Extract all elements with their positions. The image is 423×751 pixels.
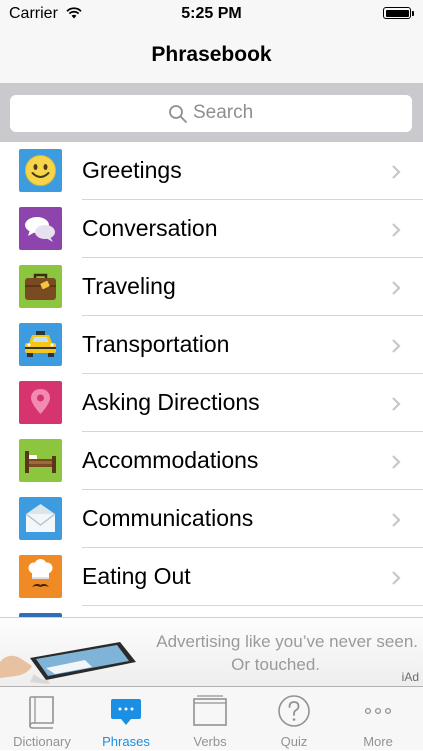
search-icon — [169, 105, 187, 123]
tab-label: Verbs — [193, 734, 227, 749]
list-item-partial[interactable] — [0, 606, 423, 617]
question-circle-icon — [278, 695, 310, 727]
chevron-right-icon — [392, 397, 401, 411]
navigation-bar: Phrasebook — [0, 30, 423, 84]
list-item-traveling[interactable]: Traveling — [0, 258, 423, 316]
envelope-icon — [19, 497, 62, 540]
list-item-label: Asking Directions — [82, 389, 260, 415]
clock: 5:25 PM — [181, 5, 242, 22]
chevron-right-icon — [392, 223, 401, 237]
list-item-label: Eating Out — [82, 563, 191, 589]
list-item-label: Greetings — [82, 157, 182, 183]
tab-more[interactable]: More — [336, 687, 420, 751]
suitcase-icon — [19, 265, 62, 308]
ad-text-line2: Or touched. — [231, 655, 320, 674]
list-item-communications[interactable]: Communications — [0, 490, 423, 548]
bed-icon — [19, 439, 62, 482]
speech-bubbles-icon — [19, 207, 62, 250]
ad-text-line1: Advertising like you’ve never seen. — [156, 632, 418, 651]
map-pin-icon — [19, 381, 62, 424]
phrases-bubble-icon — [111, 699, 141, 725]
chevron-right-icon — [392, 339, 401, 353]
list-item-label: Conversation — [82, 215, 218, 241]
tab-quiz[interactable]: Quiz — [252, 687, 336, 751]
iad-badge: iAd — [401, 670, 419, 684]
chevron-right-icon — [392, 513, 401, 527]
list-item-conversation[interactable]: Conversation — [0, 200, 423, 258]
list-item-greetings[interactable]: Greetings — [0, 142, 423, 200]
search-bar — [0, 84, 423, 142]
tab-verbs[interactable]: Verbs — [168, 687, 252, 751]
search-input[interactable] — [193, 101, 393, 125]
battery-tip — [412, 11, 414, 16]
tab-label: More — [363, 734, 393, 749]
book-icon — [29, 696, 54, 729]
list-item-label: Transportation — [82, 331, 230, 357]
list-item-accommodations[interactable]: Accommodations — [0, 432, 423, 490]
list-item-label: Communications — [82, 505, 254, 531]
search-box[interactable] — [10, 95, 412, 132]
chevron-right-icon — [392, 571, 401, 585]
category-list: Greetings Conversation Traveling Transpo… — [0, 142, 423, 617]
chevron-right-icon — [392, 455, 401, 469]
chevron-right-icon — [392, 281, 401, 295]
verbs-card-icon — [193, 695, 227, 726]
smiley-icon — [19, 149, 62, 192]
tab-label: Quiz — [280, 734, 308, 749]
tab-phrases[interactable]: Phrases — [84, 687, 168, 751]
status-bar: Carrier 5:25 PM — [0, 0, 423, 30]
more-dots-icon — [364, 707, 392, 715]
page-title: Phrasebook — [151, 43, 272, 66]
tab-dictionary[interactable]: Dictionary — [0, 687, 84, 751]
ad-banner[interactable]: Advertising like you’ve never seen. Or t… — [0, 617, 423, 686]
tab-label: Phrases — [102, 734, 150, 749]
list-item-transportation[interactable]: Transportation — [0, 316, 423, 374]
taxi-icon — [19, 323, 62, 366]
battery-icon — [383, 7, 411, 19]
list-item-asking-directions[interactable]: Asking Directions — [0, 374, 423, 432]
list-item-eating-out[interactable]: Eating Out — [0, 548, 423, 606]
chevron-right-icon — [392, 165, 401, 179]
tab-bar: Dictionary Phrases Verbs Quiz More — [0, 686, 423, 750]
list-item-label: Accommodations — [82, 447, 259, 473]
tab-label: Dictionary — [13, 734, 71, 749]
chef-icon — [19, 555, 62, 598]
list-item-label: Traveling — [82, 273, 176, 299]
